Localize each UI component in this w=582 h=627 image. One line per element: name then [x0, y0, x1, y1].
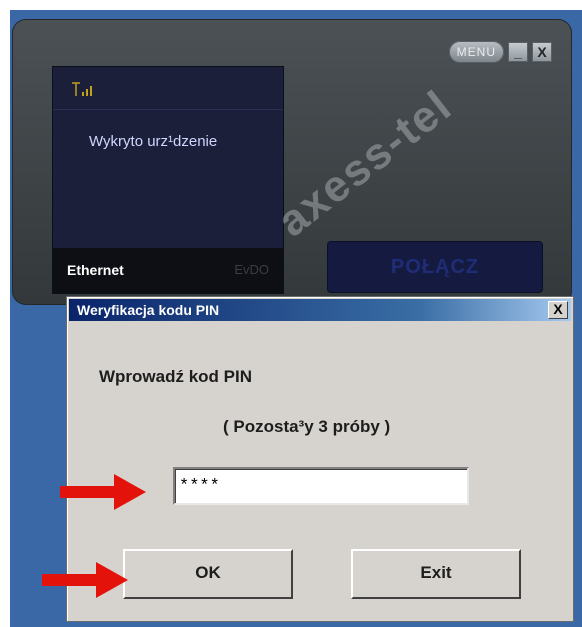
attempts-remaining-label: ( Pozosta³y 3 próby ) [223, 417, 391, 436]
status-panel: Wykryto urz¹dzenie Ethernet EvDO [52, 66, 284, 294]
connection-type-label: Ethernet [67, 262, 124, 278]
panel-divider [53, 109, 283, 110]
pin-prompt-label: Wprowadź kod PIN [99, 367, 252, 386]
close-button[interactable]: X [532, 42, 552, 62]
minimize-button[interactable]: _ [508, 42, 528, 62]
dialog-titlebar: Weryfikacja kodu PIN X [69, 299, 571, 321]
pin-input[interactable] [173, 467, 469, 505]
exit-button[interactable]: Exit [351, 549, 521, 599]
device-status-text: Wykryto urz¹dzenie [89, 133, 218, 150]
dialog-close-button[interactable]: X [548, 301, 568, 319]
status-footer: Ethernet EvDO [53, 248, 283, 293]
arrow-right-icon [60, 474, 146, 510]
connect-button[interactable]: POŁĄCZ [327, 241, 543, 293]
network-mode-label: EvDO [234, 262, 269, 277]
window-controls: MENU _ X [448, 41, 552, 63]
watermark: axess-tel [268, 80, 462, 247]
signal-bars-icon [71, 81, 93, 101]
arrow-right-icon [42, 562, 128, 598]
app-window: MENU _ X Wykryto urz¹dzenie Ethernet EvD… [12, 19, 572, 305]
pin-verification-dialog: Weryfikacja kodu PIN X Wprowadź kod PIN … [66, 296, 574, 622]
menu-button[interactable]: MENU [448, 41, 504, 63]
ok-button[interactable]: OK [123, 549, 293, 599]
dialog-title: Weryfikacja kodu PIN [77, 302, 220, 318]
